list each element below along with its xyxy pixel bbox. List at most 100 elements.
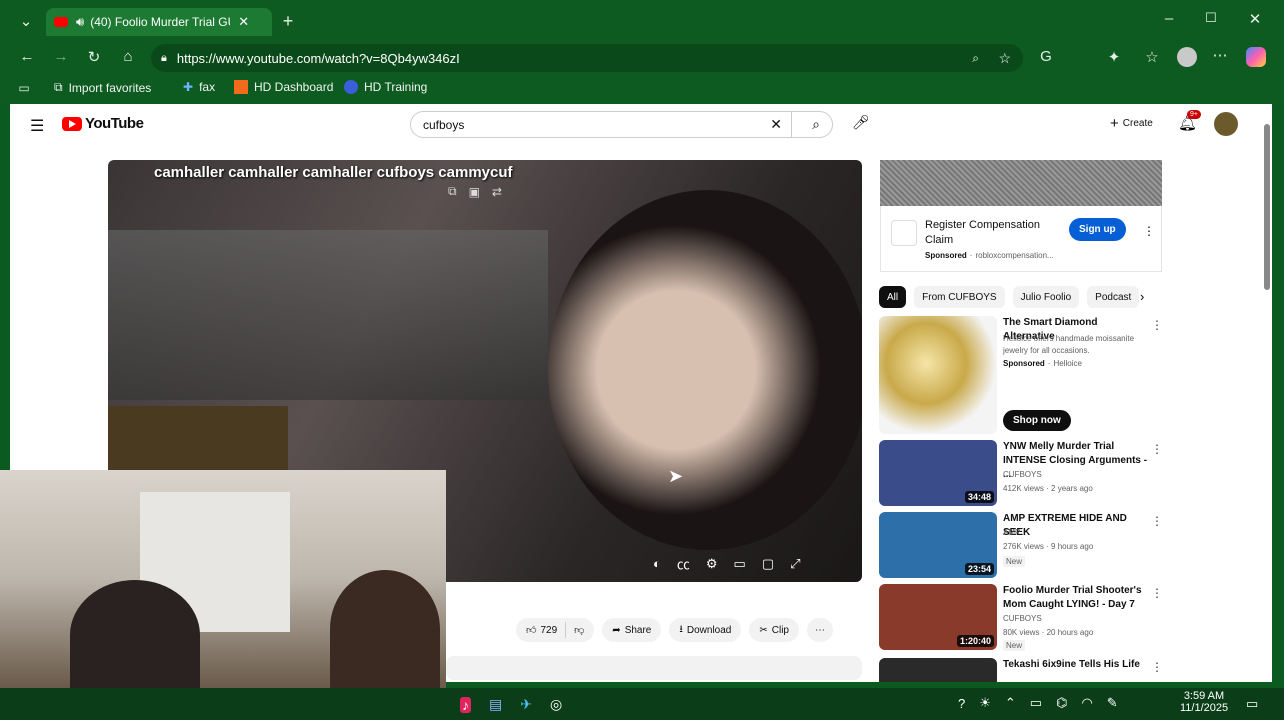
address-bar[interactable]: 🔒︎ https://www.youtube.com/watch?v=8Qb4y…: [151, 44, 1023, 72]
favorites-icon[interactable]: ☆: [1144, 48, 1160, 66]
file-app-icon[interactable]: ▤: [489, 696, 502, 713]
sidebar-toggle-icon[interactable]: ▭: [16, 81, 32, 95]
rec-menu-icon[interactable]: ⋮: [1151, 586, 1163, 600]
download-button[interactable]: ⭳ Download: [669, 618, 742, 642]
speaker-icon[interactable]: 🔊︎: [76, 14, 84, 30]
profile-avatar-icon[interactable]: [1177, 47, 1197, 67]
wifi-icon[interactable]: ◠: [1081, 695, 1092, 711]
cast-icon[interactable]: ▢: [762, 556, 774, 572]
ad-menu-icon[interactable]: ⋮: [1143, 224, 1155, 238]
autoplay-toggle-icon[interactable]: ◐: [653, 556, 661, 571]
rec-channel[interactable]: CUFBOYS: [1003, 614, 1042, 623]
maximize-icon[interactable]: ☐: [1204, 10, 1218, 26]
help-icon[interactable]: ?: [958, 696, 965, 711]
video-subject: [548, 190, 862, 550]
description-box[interactable]: [446, 656, 862, 680]
hamburger-menu-icon[interactable]: ☰: [30, 116, 44, 136]
promo-menu-icon[interactable]: ⋮: [1151, 318, 1163, 332]
translate-icon[interactable]: ⇄: [492, 185, 502, 199]
extension-g-icon[interactable]: G: [1038, 48, 1054, 65]
filter-chips: All From CUFBOYS Julio Foolio Podcast: [879, 286, 1159, 308]
share-label: Share: [624, 624, 652, 636]
bookmark-hd-dashboard[interactable]: HD Dashboard: [234, 80, 333, 94]
notification-center-icon[interactable]: ▭: [1246, 696, 1258, 712]
weather-icon[interactable]: ☀: [979, 695, 991, 711]
import-icon: ⧉: [54, 80, 63, 94]
voice-search-icon[interactable]: 🎤︎: [852, 114, 870, 131]
system-tray: ? ☀ ⌃ ▭ ⌬ ◠ ✎: [958, 695, 1118, 711]
search-icon[interactable]: ⌕: [812, 116, 820, 133]
minimize-icon[interactable]: –: [1162, 10, 1176, 27]
captions-icon[interactable]: ㏄: [677, 554, 690, 573]
notifications-badge: 9+: [1187, 110, 1201, 119]
rec-channel[interactable]: AMP: [1003, 528, 1020, 537]
bookmark-import[interactable]: ⧉ Import favorites: [54, 80, 151, 95]
theater-mode-icon[interactable]: ▭: [734, 556, 746, 572]
search-value: cufboys: [423, 117, 465, 132]
rec-menu-icon[interactable]: ⋮: [1151, 442, 1163, 456]
ad-title[interactable]: Register Compensation Claim: [925, 218, 1049, 248]
like-button[interactable]: 👍︎ 729 👎︎: [516, 618, 595, 642]
clear-search-icon[interactable]: ✕: [770, 116, 782, 133]
cast-icon[interactable]: ▣: [469, 185, 480, 199]
tray-overflow-icon[interactable]: ⌃: [1005, 695, 1016, 711]
rec-card[interactable]: 34:48 YNW Melly Murder Trial INTENSE Clo…: [879, 440, 1163, 506]
new-tab-icon[interactable]: +: [280, 11, 296, 32]
bookmark-fax[interactable]: ✚ fax: [183, 80, 215, 94]
settings-gear-icon[interactable]: ⚙: [706, 556, 718, 572]
zoom-icon[interactable]: ⌕: [972, 51, 979, 66]
page-scrollbar[interactable]: [1264, 124, 1270, 290]
clip-button[interactable]: ✂ Clip: [749, 618, 799, 642]
network-icon[interactable]: ⌬: [1056, 695, 1067, 711]
chip-from-cufboys[interactable]: From CUFBOYS: [914, 286, 1005, 308]
chrome-app-icon[interactable]: ◎: [550, 696, 562, 713]
rec-card[interactable]: Tekashi 6ix9ine Tells His Life ⋮: [879, 658, 1163, 682]
tiktok-app-icon[interactable]: ♪: [460, 696, 471, 713]
rec-menu-icon[interactable]: ⋮: [1151, 514, 1163, 528]
rec-menu-icon[interactable]: ⋮: [1151, 660, 1163, 674]
extensions-icon[interactable]: ✦: [1106, 48, 1122, 66]
active-tab[interactable]: 🔊︎ (40) Foolio Murder Trial GUI... ✕: [46, 8, 272, 36]
search-input[interactable]: cufboys ✕ ⌕: [410, 111, 833, 138]
miniplayer-icon[interactable]: ⧉: [448, 184, 457, 199]
chip-podcast[interactable]: Podcast: [1087, 286, 1140, 308]
thumbs-down-icon[interactable]: 👎︎: [574, 624, 584, 636]
webcam-person-right: [330, 570, 440, 688]
rec-card[interactable]: 23:54 AMP EXTREME HIDE AND SEEK AMP 276K…: [879, 512, 1163, 578]
sign-up-button[interactable]: Sign up: [1069, 218, 1126, 241]
clock-time: 3:59 AM: [1183, 690, 1225, 702]
promo-thumbnail: [879, 316, 997, 434]
tab-list-icon[interactable]: ⌄: [16, 12, 36, 30]
chip-julio-foolio[interactable]: Julio Foolio: [1012, 286, 1080, 308]
ad-banner[interactable]: [880, 160, 1162, 206]
refresh-icon[interactable]: ↻: [85, 48, 103, 66]
favorite-star-icon[interactable]: ☆: [998, 50, 1011, 67]
ad-domain: robloxcompensation...: [975, 251, 1054, 260]
sponsored-label: Sponsored: [925, 251, 967, 260]
rec-channel[interactable]: CUFBOYS: [1003, 470, 1042, 479]
share-button[interactable]: ➦ Share: [602, 618, 662, 642]
rec-card[interactable]: 1:20:40 Foolio Murder Trial Shooter's Mo…: [879, 584, 1163, 651]
fullscreen-icon[interactable]: ⤢: [790, 556, 800, 572]
battery-icon[interactable]: ▭: [1030, 695, 1042, 711]
close-window-icon[interactable]: ✕: [1248, 10, 1262, 28]
home-icon[interactable]: ⌂: [119, 48, 137, 65]
chips-next-icon[interactable]: ›: [1140, 289, 1144, 304]
clock[interactable]: 3:59 AM 11/1/2025: [1180, 690, 1228, 714]
youtube-logo[interactable]: YouTube: [62, 115, 144, 132]
account-avatar[interactable]: [1214, 112, 1238, 136]
promo-card[interactable]: The Smart Diamond Alternative Helloice o…: [879, 316, 1163, 434]
bookmark-hd-training[interactable]: HD Training: [344, 80, 427, 94]
shop-now-button[interactable]: Shop now: [1003, 410, 1071, 431]
more-menu-icon[interactable]: ⋯: [1212, 46, 1228, 64]
copilot-icon[interactable]: [1246, 47, 1266, 67]
pen-icon[interactable]: ✎: [1107, 695, 1118, 711]
chip-all[interactable]: All: [879, 286, 907, 308]
more-actions-button[interactable]: ⋯: [806, 618, 833, 642]
rec-thumbnail: [879, 658, 997, 682]
telegram-app-icon[interactable]: ✈: [520, 696, 532, 713]
close-tab-icon[interactable]: ✕: [238, 14, 249, 30]
back-icon[interactable]: ←: [18, 48, 36, 65]
create-button[interactable]: + Create: [1100, 111, 1163, 135]
forward-icon[interactable]: →: [52, 48, 70, 65]
